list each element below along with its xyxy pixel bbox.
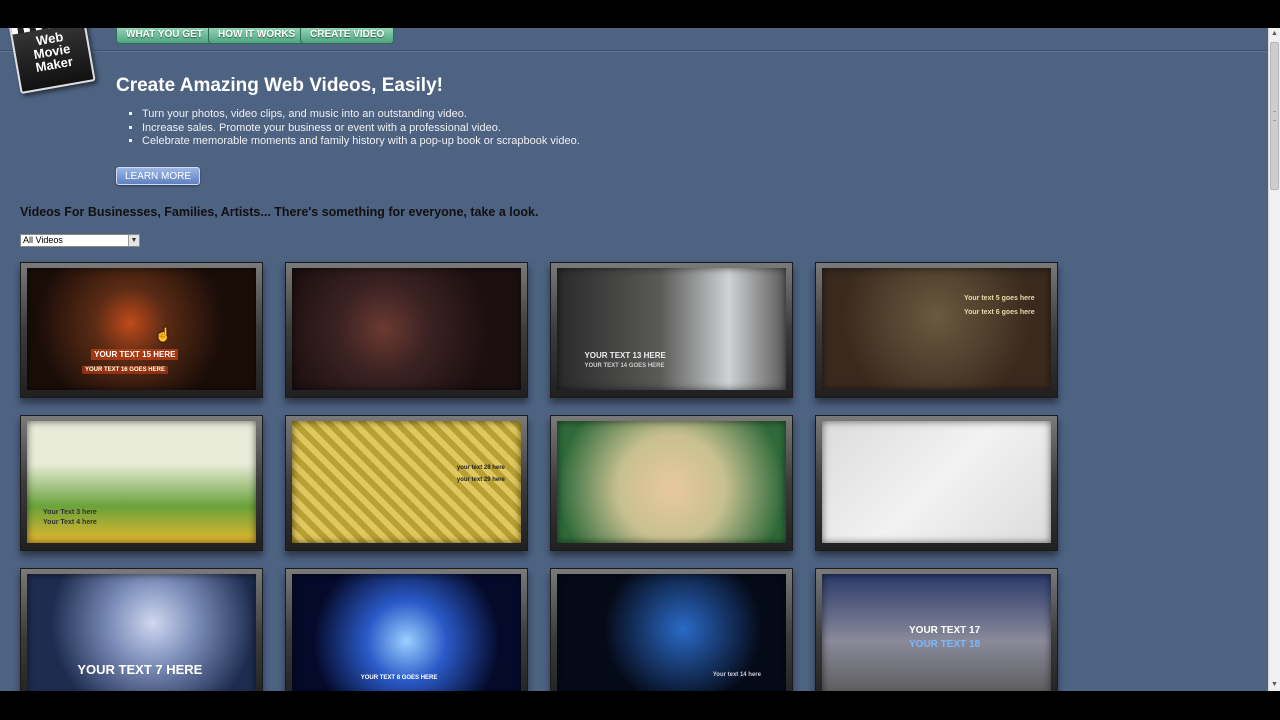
filter-selected-value: All Videos <box>23 235 63 245</box>
video-thumbnail-image: YOUR TEXT 15 HERE YOUR TEXT 16 GOES HERE <box>27 268 256 390</box>
thumbnail-caption: your text 29 here <box>456 477 505 484</box>
video-gallery-grid: YOUR TEXT 15 HERE YOUR TEXT 16 GOES HERE Y… <box>20 262 1070 691</box>
thumbnail-caption: Your text 6 goes here <box>963 309 1035 317</box>
video-thumbnail-image <box>557 421 786 543</box>
video-thumbnail-image: Your text 14 here <box>557 574 786 691</box>
video-thumbnail-card[interactable]: your text 28 here your text 29 here <box>285 415 528 551</box>
thumbnail-caption: YOUR TEXT 17 <box>909 625 981 637</box>
video-thumbnail-card[interactable] <box>285 262 528 398</box>
nav-what-you-get[interactable]: WHAT YOU GET <box>116 28 213 44</box>
thumbnail-caption: YOUR TEXT 8 GOES HERE <box>360 675 438 682</box>
mouse-pointer-icon: ☝ <box>155 327 172 342</box>
scrollbar-thumb[interactable] <box>1270 42 1279 190</box>
nav-create-video[interactable]: CREATE VIDEO <box>300 28 395 44</box>
hero-title: Create Amazing Web Videos, Easily! <box>116 75 443 96</box>
thumbnail-caption: YOUR TEXT 15 HERE <box>91 348 179 360</box>
thumbnail-caption: Your text 14 here <box>712 671 761 678</box>
video-thumbnail-image: YOUR TEXT 13 HERE YOUR TEXT 14 GOES HERE <box>557 268 786 390</box>
video-thumbnail-card[interactable] <box>815 415 1058 551</box>
hero-bullet: Celebrate memorable moments and family h… <box>142 135 580 149</box>
hero-bullet: Turn your photos, video clips, and music… <box>142 108 580 122</box>
video-thumbnail-image <box>292 268 521 390</box>
video-thumbnail-card[interactable]: YOUR TEXT 17 YOUR TEXT 18 <box>815 568 1058 691</box>
thumbnail-caption: YOUR TEXT 7 HERE <box>77 661 203 677</box>
thumbnail-caption: Your Text 3 here <box>43 508 97 516</box>
nav-how-it-works[interactable]: HOW IT WORKS <box>208 28 306 44</box>
video-filter-select[interactable]: All Videos ▼ <box>20 234 140 247</box>
video-thumbnail-card[interactable]: Your text 5 goes here Your text 6 goes he… <box>815 262 1058 398</box>
video-thumbnail-image: your text 28 here your text 29 here <box>292 421 521 543</box>
web-movie-maker-logo[interactable]: Web Movie Maker <box>8 28 96 95</box>
scroll-up-arrow-icon[interactable]: ▲ <box>1269 28 1280 40</box>
video-thumbnail-card[interactable]: YOUR TEXT 7 HERE <box>20 568 263 691</box>
learn-more-button[interactable]: LEARN MORE <box>116 167 200 185</box>
thumbnail-caption: Your Text 4 here <box>43 518 97 526</box>
video-thumbnail-card[interactable]: YOUR TEXT 13 HERE YOUR TEXT 14 GOES HERE <box>550 262 793 398</box>
thumbnail-caption: YOUR TEXT 16 GOES HERE <box>81 365 168 374</box>
gallery-title: Videos For Businesses, Families, Artists… <box>20 205 539 219</box>
chevron-down-icon[interactable]: ▼ <box>128 235 139 246</box>
thumbnail-caption: YOUR TEXT 13 HERE <box>584 350 666 360</box>
page-scrollbar[interactable]: ▲ ▼ <box>1268 28 1280 691</box>
scroll-down-arrow-icon[interactable]: ▼ <box>1269 679 1280 691</box>
thumbnail-caption: YOUR TEXT 14 GOES HERE <box>584 363 665 370</box>
page-viewport: WHAT YOU GET HOW IT WORKS CREATE VIDEO W… <box>0 28 1268 691</box>
video-thumbnail-card[interactable]: YOUR TEXT 15 HERE YOUR TEXT 16 GOES HERE <box>20 262 263 398</box>
video-thumbnail-card[interactable]: YOUR TEXT 8 GOES HERE <box>285 568 528 691</box>
video-thumbnail-image: YOUR TEXT 7 HERE <box>27 574 256 691</box>
thumbnail-caption: YOUR TEXT 18 <box>909 638 981 650</box>
video-thumbnail-image: Your Text 3 here Your Text 4 here <box>27 421 256 543</box>
nav-divider-highlight <box>0 51 1268 52</box>
thumbnail-caption: your text 28 here <box>456 464 505 471</box>
video-thumbnail-image: YOUR TEXT 8 GOES HERE <box>292 574 521 691</box>
video-thumbnail-card[interactable]: Your text 14 here <box>550 568 793 691</box>
video-thumbnail-card[interactable]: Your Text 3 here Your Text 4 here <box>20 415 263 551</box>
video-thumbnail-image <box>822 421 1051 543</box>
video-thumbnail-card[interactable] <box>550 415 793 551</box>
thumbnail-caption: Your text 5 goes here <box>963 294 1035 302</box>
hero-bullet-list: Turn your photos, video clips, and music… <box>116 108 580 149</box>
grip-icon <box>1273 111 1276 121</box>
video-thumbnail-image: YOUR TEXT 17 YOUR TEXT 18 <box>822 574 1051 691</box>
logo-text: Web Movie Maker <box>32 28 74 75</box>
video-thumbnail-image: Your text 5 goes here Your text 6 goes he… <box>822 268 1051 390</box>
hero-bullet: Increase sales. Promote your business or… <box>142 122 580 136</box>
